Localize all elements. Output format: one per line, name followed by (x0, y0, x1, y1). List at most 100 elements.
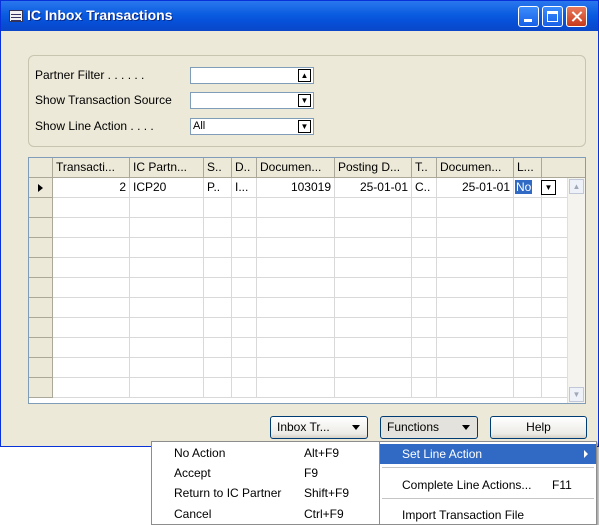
help-button[interactable]: Help (490, 416, 587, 439)
cell-ic-partner[interactable] (130, 318, 204, 338)
dropdown-arrow-icon[interactable]: ▼ (298, 120, 311, 133)
row-selector[interactable] (29, 198, 53, 218)
cell-line-action[interactable] (514, 338, 542, 358)
cell-document-date[interactable] (437, 258, 514, 278)
col-header-document-no[interactable]: Documen... (257, 158, 335, 178)
cell-transaction-no[interactable] (53, 318, 130, 338)
cell-transaction-type[interactable] (412, 198, 437, 218)
cell-transaction-type[interactable] (412, 238, 437, 258)
cell-transaction-no[interactable]: 2 (53, 178, 130, 198)
cell-ic-partner[interactable] (130, 238, 204, 258)
dropdown-arrow-icon[interactable]: ▼ (298, 94, 311, 107)
show-source-field[interactable]: ▼ (190, 92, 314, 109)
cell-posting-date[interactable] (335, 318, 412, 338)
cell-document-date[interactable] (437, 218, 514, 238)
row-selector[interactable] (29, 238, 53, 258)
functions-button[interactable]: Functions (380, 416, 478, 439)
vertical-scrollbar[interactable]: ▲ ▼ (567, 178, 585, 403)
cell-posting-date[interactable] (335, 298, 412, 318)
menu-item-cancel[interactable]: Cancel Ctrl+F9 (152, 504, 379, 524)
cell-doc-type[interactable] (232, 318, 257, 338)
col-header-transaction-type[interactable]: T.. (412, 158, 437, 178)
cell-document-no[interactable] (257, 338, 335, 358)
cell-source[interactable] (204, 358, 232, 378)
col-header-transaction-no[interactable]: Transacti... (53, 158, 130, 178)
cell-transaction-type[interactable] (412, 258, 437, 278)
cell-posting-date[interactable] (335, 258, 412, 278)
transactions-grid[interactable]: Transacti... IC Partn... S.. D.. Documen… (28, 157, 586, 404)
cell-document-no[interactable] (257, 278, 335, 298)
cell-document-date[interactable]: 25-01-01 (437, 178, 514, 198)
cell-doc-type[interactable] (232, 338, 257, 358)
row-selector[interactable] (29, 318, 53, 338)
cell-transaction-type[interactable]: C.. (412, 178, 437, 198)
close-button[interactable] (566, 6, 587, 27)
cell-document-no[interactable] (257, 238, 335, 258)
col-header-line-action[interactable]: L... (514, 158, 542, 178)
scroll-down-icon[interactable]: ▼ (569, 387, 584, 402)
col-header-posting-date[interactable]: Posting D... (335, 158, 412, 178)
cell-document-date[interactable] (437, 338, 514, 358)
cell-document-date[interactable] (437, 278, 514, 298)
cell-posting-date[interactable] (335, 358, 412, 378)
col-header-document-date[interactable]: Documen... (437, 158, 514, 178)
cell-document-no[interactable] (257, 358, 335, 378)
cell-document-date[interactable] (437, 298, 514, 318)
cell-document-date[interactable] (437, 238, 514, 258)
cell-transaction-no[interactable] (53, 358, 130, 378)
menu-item-accept[interactable]: Accept F9 (152, 463, 379, 483)
cell-doc-type[interactable] (232, 238, 257, 258)
lookup-up-icon[interactable]: ▲ (298, 69, 311, 82)
cell-posting-date[interactable] (335, 218, 412, 238)
cell-document-date[interactable] (437, 378, 514, 398)
cell-line-action[interactable] (514, 198, 542, 218)
cell-ic-partner[interactable] (130, 358, 204, 378)
cell-doc-type[interactable] (232, 378, 257, 398)
cell-source[interactable] (204, 218, 232, 238)
cell-line-action[interactable] (514, 298, 542, 318)
cell-ic-partner[interactable] (130, 298, 204, 318)
cell-document-no[interactable] (257, 378, 335, 398)
col-header-ic-partner[interactable]: IC Partn... (130, 158, 204, 178)
cell-source[interactable] (204, 298, 232, 318)
cell-line-action[interactable] (514, 238, 542, 258)
cell-transaction-no[interactable] (53, 198, 130, 218)
cell-source[interactable] (204, 318, 232, 338)
cell-line-action[interactable] (514, 378, 542, 398)
cell-transaction-no[interactable] (53, 338, 130, 358)
scroll-up-icon[interactable]: ▲ (569, 179, 584, 194)
cell-source[interactable]: P.. (204, 178, 232, 198)
cell-document-no[interactable]: 103019 (257, 178, 335, 198)
cell-source[interactable] (204, 338, 232, 358)
menu-item-import-transaction-file[interactable]: Import Transaction File (380, 505, 596, 525)
cell-doc-type[interactable] (232, 198, 257, 218)
cell-document-date[interactable] (437, 358, 514, 378)
row-selector[interactable] (29, 358, 53, 378)
cell-transaction-no[interactable] (53, 238, 130, 258)
cell-ic-partner[interactable] (130, 378, 204, 398)
cell-posting-date[interactable] (335, 338, 412, 358)
cell-source[interactable] (204, 198, 232, 218)
cell-document-no[interactable] (257, 198, 335, 218)
row-selector[interactable] (29, 378, 53, 398)
cell-ic-partner[interactable] (130, 198, 204, 218)
cell-posting-date[interactable] (335, 278, 412, 298)
cell-doc-type[interactable] (232, 298, 257, 318)
cell-line-action[interactable] (514, 258, 542, 278)
cell-ic-partner[interactable] (130, 338, 204, 358)
col-header-doc-type[interactable]: D.. (232, 158, 257, 178)
cell-doc-type[interactable] (232, 258, 257, 278)
cell-transaction-type[interactable] (412, 298, 437, 318)
cell-transaction-no[interactable] (53, 378, 130, 398)
partner-filter-field[interactable]: ▲ (190, 67, 314, 84)
cell-source[interactable] (204, 238, 232, 258)
cell-transaction-no[interactable] (53, 298, 130, 318)
row-selector[interactable] (29, 278, 53, 298)
menu-item-set-line-action[interactable]: Set Line Action (380, 444, 596, 464)
cell-source[interactable] (204, 378, 232, 398)
cell-document-no[interactable] (257, 318, 335, 338)
col-header-source[interactable]: S.. (204, 158, 232, 178)
menu-item-return-to-ic-partner[interactable]: Return to IC Partner Shift+F9 (152, 483, 379, 503)
title-bar[interactable]: IC Inbox Transactions (1, 1, 598, 31)
cell-ic-partner[interactable] (130, 218, 204, 238)
